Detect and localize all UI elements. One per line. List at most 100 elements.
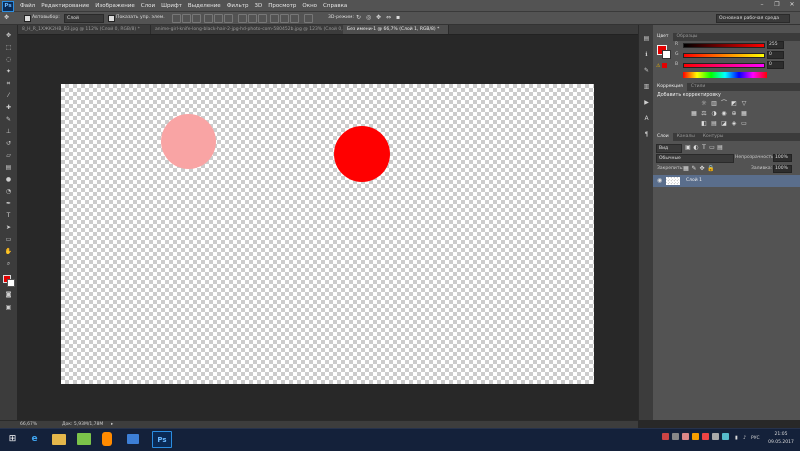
auto-align-icon[interactable] bbox=[304, 14, 313, 23]
curves-icon[interactable]: ⌒ bbox=[721, 101, 727, 107]
gradient-tool-icon[interactable]: ▤ bbox=[4, 164, 13, 171]
layer-visibility-eye-icon[interactable]: ◉ bbox=[657, 177, 662, 184]
pink-circle-shape[interactable] bbox=[161, 114, 216, 169]
menu-help[interactable]: Справка bbox=[323, 3, 347, 9]
show-controls-checkbox[interactable] bbox=[108, 15, 115, 22]
menu-layers[interactable]: Слои bbox=[141, 3, 155, 9]
clock-time[interactable]: 21:05 bbox=[767, 432, 795, 437]
tab-layers[interactable]: Слои bbox=[653, 133, 673, 141]
menu-edit[interactable]: Редактирование bbox=[41, 3, 89, 9]
align-left-icon[interactable] bbox=[204, 14, 213, 23]
brightness-icon[interactable]: ☼ bbox=[701, 101, 707, 107]
menu-view[interactable]: Просмотр bbox=[268, 3, 296, 9]
history-panel-icon[interactable]: ▤ bbox=[642, 35, 651, 42]
tab-document-1[interactable]: 8_H_R_1ХЖК2НВ_ВЗ.jpg @ 112% (Слой 0, RGB… bbox=[18, 25, 151, 34]
hand-tool-icon[interactable]: ✋ bbox=[4, 248, 13, 255]
language-indicator[interactable]: РУС bbox=[751, 436, 760, 441]
internet-explorer-icon[interactable]: e bbox=[25, 431, 44, 448]
filter-shape-icon[interactable]: ▭ bbox=[709, 145, 715, 151]
b-value-field[interactable]: 0 bbox=[767, 61, 784, 69]
workspace-dropdown[interactable]: Основная рабочая среда bbox=[716, 14, 790, 23]
minimize-button[interactable]: – bbox=[755, 0, 769, 11]
roll-3d-icon[interactable]: ◎ bbox=[366, 14, 371, 22]
distribute-right-icon[interactable] bbox=[290, 14, 299, 23]
lock-position-icon[interactable]: ✥ bbox=[699, 166, 705, 172]
r-channel-slider[interactable] bbox=[683, 43, 765, 48]
properties-panel-icon[interactable]: ℹ bbox=[642, 51, 651, 58]
menu-type[interactable]: Шрифт bbox=[161, 3, 182, 9]
crop-tool-icon[interactable]: ⌗ bbox=[4, 80, 13, 87]
tray-icon-2[interactable] bbox=[672, 433, 679, 440]
distribute-middle-icon[interactable] bbox=[248, 14, 257, 23]
gradient-map-icon[interactable]: ▭ bbox=[741, 121, 747, 127]
tab-channels[interactable]: Каналы bbox=[673, 133, 699, 141]
quick-mask-icon[interactable]: ◙ bbox=[4, 291, 13, 298]
network-icon[interactable]: ▮ bbox=[735, 435, 738, 441]
brush-panel-icon[interactable]: ✎ bbox=[642, 67, 651, 74]
screen-mode-icon[interactable]: ▣ bbox=[4, 304, 13, 311]
eraser-tool-icon[interactable]: ▱ bbox=[4, 152, 13, 159]
filter-smart-object-icon[interactable]: ▤ bbox=[717, 145, 723, 151]
layer-name[interactable]: Слой 1 bbox=[686, 178, 702, 183]
app-blue-icon[interactable] bbox=[127, 434, 139, 444]
rotate-3d-icon[interactable]: ↻ bbox=[356, 14, 361, 22]
tray-icon-5[interactable] bbox=[702, 433, 709, 440]
brush-tool-icon[interactable]: ✎ bbox=[4, 116, 13, 123]
file-explorer-icon[interactable] bbox=[52, 434, 66, 445]
menu-filter[interactable]: Фильтр bbox=[227, 3, 249, 9]
exposure-icon[interactable]: ◩ bbox=[731, 101, 737, 107]
tab-styles[interactable]: Стили bbox=[687, 83, 710, 91]
autoselect-dropdown[interactable]: Слой bbox=[64, 14, 104, 23]
clock-date[interactable]: 09.05.2017 bbox=[767, 440, 795, 445]
path-selection-tool-icon[interactable]: ➤ bbox=[4, 224, 13, 231]
menu-select[interactable]: Выделение bbox=[188, 3, 221, 9]
r-value-field[interactable]: 255 bbox=[767, 41, 784, 49]
zoom-tool-icon[interactable]: ⌕ bbox=[4, 260, 13, 267]
clone-stamp-tool-icon[interactable]: ⊥ bbox=[4, 128, 13, 135]
photoshop-taskbar-icon[interactable]: Ps bbox=[152, 431, 172, 448]
pan-3d-icon[interactable]: ✥ bbox=[376, 14, 381, 22]
marquee-tool-icon[interactable]: ⬚ bbox=[4, 44, 13, 51]
gamut-warning-icon[interactable]: ⚠ bbox=[656, 63, 660, 69]
distribute-bottom-icon[interactable] bbox=[258, 14, 267, 23]
tab-adjustments[interactable]: Коррекция bbox=[653, 83, 687, 91]
red-circle-shape[interactable] bbox=[334, 126, 390, 182]
document-canvas[interactable] bbox=[61, 84, 594, 384]
color-balance-icon[interactable]: ⚖ bbox=[701, 111, 707, 117]
tray-icon-7[interactable] bbox=[722, 433, 729, 440]
lock-all-icon[interactable]: 🔒 bbox=[707, 166, 714, 172]
history-brush-tool-icon[interactable]: ↺ bbox=[4, 140, 13, 147]
g-channel-slider[interactable] bbox=[683, 53, 765, 58]
background-color-swatch[interactable] bbox=[7, 279, 15, 287]
slide-3d-icon[interactable]: ⇔ bbox=[386, 14, 391, 22]
invert-icon[interactable]: ◧ bbox=[701, 121, 707, 127]
lock-transparent-icon[interactable]: ▦ bbox=[683, 166, 689, 172]
channel-mixer-icon[interactable]: ⊕ bbox=[731, 111, 737, 117]
black-white-icon[interactable]: ◑ bbox=[711, 111, 717, 117]
hue-saturation-icon[interactable]: ▦ bbox=[691, 111, 697, 117]
tray-icon-6[interactable] bbox=[712, 433, 719, 440]
layer-kind-filter[interactable]: Вид bbox=[656, 144, 682, 153]
eyedropper-tool-icon[interactable]: ⁄ bbox=[4, 92, 13, 99]
move-tool-icon[interactable]: ✥ bbox=[4, 14, 14, 22]
layer-row-selected[interactable]: ◉ Слой 1 bbox=[653, 175, 800, 187]
blur-tool-icon[interactable]: ● bbox=[4, 176, 13, 183]
character-panel-icon[interactable]: A bbox=[642, 115, 651, 122]
tab-document-3[interactable]: Без имени-1 @ 66,7% (Слой 1, RGB/8) * bbox=[343, 25, 449, 34]
color-bg-swatch[interactable] bbox=[662, 50, 671, 59]
menu-file[interactable]: Файл bbox=[20, 3, 35, 9]
type-tool-icon[interactable]: T bbox=[4, 212, 13, 219]
autoselect-checkbox[interactable] bbox=[24, 15, 31, 22]
posterize-icon[interactable]: ▤ bbox=[711, 121, 717, 127]
close-button[interactable]: ✕ bbox=[785, 0, 799, 11]
selective-color-icon[interactable]: ◈ bbox=[731, 121, 737, 127]
b-channel-slider[interactable] bbox=[683, 63, 765, 68]
gamut-color-chip[interactable] bbox=[662, 63, 667, 68]
align-bottom-icon[interactable] bbox=[192, 14, 201, 23]
rectangle-tool-icon[interactable]: ▭ bbox=[4, 236, 13, 243]
tab-paths[interactable]: Контуры bbox=[699, 133, 728, 141]
app-orange-icon[interactable] bbox=[102, 432, 112, 446]
restore-button[interactable]: ❐ bbox=[770, 0, 784, 11]
blend-mode-dropdown[interactable]: Обычные bbox=[656, 154, 734, 163]
healing-brush-tool-icon[interactable]: ✚ bbox=[4, 104, 13, 111]
